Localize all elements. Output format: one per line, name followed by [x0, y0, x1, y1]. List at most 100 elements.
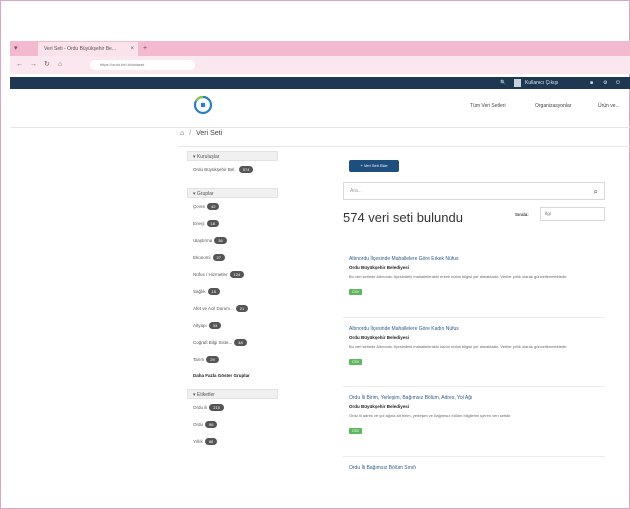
order-label: Sırala:: [515, 212, 529, 217]
facet-item-group[interactable]: Çevre 42: [187, 198, 278, 215]
divider: [343, 386, 605, 387]
browser-tab-bar: ▾ Veri Seti - Ordu Büyükşehir Be... × +: [10, 41, 630, 56]
settings-icon[interactable]: ⚙: [603, 77, 607, 89]
facet-item-label: Nüfus / Hizmetler: [193, 272, 228, 277]
facet-item-group[interactable]: Sağlık 15: [187, 283, 278, 300]
site-header: Tüm Veri Setleri Organizasyonlar Ürün ve…: [10, 89, 630, 128]
facet-item-group[interactable]: Coğrafi Bilgi Siste... 48: [187, 334, 278, 351]
facet-count-badge: 574: [238, 166, 254, 174]
facet-item-group[interactable]: Nüfus / Hizmetler 124: [187, 266, 278, 283]
user-name[interactable]: Kullanıcı Çıkışı: [525, 77, 558, 89]
nav-link-organizations[interactable]: Organizasyonlar: [535, 103, 571, 109]
facet-item-label: Altyapı: [193, 323, 207, 328]
facet-item-tag[interactable]: Ordu 96: [187, 416, 278, 433]
dataset-item: Ordu İli Bağımsız Bölüm Sınıfı: [349, 465, 605, 471]
avatar[interactable]: [514, 79, 521, 87]
breadcrumb-separator: /: [189, 130, 192, 137]
dataset-org: Ordu Büyükşehir Belediyesi: [349, 335, 410, 340]
dataset-org: Ordu Büyükşehir Belediyesi: [349, 404, 410, 409]
browser-tab-title: Veri Seti - Ordu Büyükşehir Be...: [44, 46, 116, 52]
site-top-strip: 🔍 Kullanıcı Çıkışı ■ ⚙ ⏻: [10, 77, 630, 89]
facet-count-badge: 18: [206, 220, 219, 228]
facet-count-badge: 88: [204, 438, 218, 446]
tab-menu-icon[interactable]: ▾: [14, 41, 18, 56]
dataset-title[interactable]: Ordu İli Birim, Yerleşim, Bağımsız Bölüm…: [349, 395, 605, 401]
facet-item-group[interactable]: Ulaştırma 36: [187, 232, 278, 249]
facet-item-group[interactable]: Ekonomi 27: [187, 249, 278, 266]
tab-close-icon[interactable]: ×: [130, 42, 134, 56]
facet-item-tag[interactable]: Ordu ili 210: [187, 399, 278, 416]
facet-item-group[interactable]: Tarım 29: [187, 351, 278, 368]
facet-item-label: Ulaştırma: [193, 238, 213, 243]
facet-header-label: Etiketler: [196, 392, 215, 398]
facet-item-group[interactable]: Altyapı 33: [187, 317, 278, 334]
new-tab-button[interactable]: +: [143, 41, 147, 56]
facet-count-badge: 27: [212, 254, 225, 262]
divider: [178, 146, 630, 147]
facet-item-group[interactable]: Afet ve Acil Durum... 21: [187, 300, 278, 317]
facet-item-label: Coğrafi Bilgi Siste...: [193, 340, 233, 345]
facet-count-badge: 33: [208, 322, 222, 330]
reload-icon[interactable]: ↻: [44, 56, 50, 74]
dashboard-icon[interactable]: ■: [590, 77, 593, 89]
dataset-description: Ordu ili adres ve yol ağına ait birim, y…: [349, 413, 512, 418]
format-badge[interactable]: CSV: [349, 428, 363, 434]
search-icon[interactable]: ⌕: [594, 184, 598, 200]
format-badge[interactable]: CSV: [349, 289, 363, 295]
dataset-title[interactable]: Ordu İli Bağımsız Bölüm Sınıfı: [349, 465, 605, 471]
logout-icon[interactable]: ⏻: [616, 77, 620, 89]
facet-count-badge: 210: [209, 404, 224, 412]
dataset-title[interactable]: Altınordu İlçesinde Mahallelere Göre Erk…: [349, 256, 605, 262]
dataset-title[interactable]: Altınordu İlçesinde Mahallelere Göre Kad…: [349, 326, 605, 332]
site-logo[interactable]: [193, 95, 213, 115]
nav-link-more[interactable]: Ürün ve...: [598, 103, 620, 109]
forward-icon[interactable]: →: [30, 56, 37, 74]
facet-item-label: Sağlık: [193, 289, 206, 294]
nav-link-datasets[interactable]: Tüm Veri Setleri: [470, 103, 506, 109]
facet-count-badge: 21: [235, 305, 249, 313]
facet-count-badge: 29: [206, 356, 219, 364]
facet-count-badge: 15: [207, 288, 220, 296]
browser-address-bar: ← → ↻ ⌂ https://ordu.bel.tr/dataset: [10, 56, 630, 74]
facet-item-organization[interactable]: Ordu Büyükşehir Bel. 574: [187, 161, 278, 178]
format-badge[interactable]: CSV: [349, 359, 363, 365]
breadcrumb: ⌂ / Veri Seti: [180, 130, 222, 137]
result-count: 574 veri seti bulundu: [343, 210, 463, 225]
dataset-item: Altınordu İlçesinde Mahallelere Göre Erk…: [349, 256, 605, 298]
filter-sidebar: ▾ Kuruluşlar Ordu Büyükşehir Bel. 574 ▾ …: [187, 151, 278, 450]
facet-item-label: Enerji: [193, 221, 205, 226]
facet-header-groups: ▾ Gruplar: [187, 188, 278, 198]
facet-header-label: Kuruluşlar: [196, 154, 220, 160]
facet-count-badge: 36: [214, 237, 227, 245]
facet-item-group[interactable]: Enerji 18: [187, 215, 278, 232]
facet-header-organizations: ▾ Kuruluşlar: [187, 151, 278, 161]
home-icon[interactable]: ⌂: [180, 130, 184, 137]
add-dataset-button[interactable]: + Veri Seti Ekle: [349, 160, 399, 172]
facet-item-label: Ordu ili: [193, 405, 208, 410]
show-more-groups-link[interactable]: Daha Fazla Göster Gruplar: [187, 368, 278, 383]
search-icon-top[interactable]: 🔍: [500, 77, 506, 89]
facet-header-label: Gruplar: [196, 191, 214, 197]
dataset-description: Bu veri setinde Altınordu İlçesindeki ma…: [349, 344, 568, 349]
search-input[interactable]: Ara... ⌕: [343, 182, 605, 200]
facet-item-label: Ordu Büyükşehir Bel.: [193, 167, 236, 172]
facet-count-badge: 124: [229, 271, 245, 279]
browser-tab[interactable]: Veri Seti - Ordu Büyükşehir Be... ×: [38, 42, 138, 56]
divider: [343, 456, 605, 457]
back-icon[interactable]: ←: [16, 56, 23, 74]
dataset-org: Ordu Büyükşehir Belediyesi: [349, 265, 410, 270]
facet-item-label: Afet ve Acil Durum...: [193, 306, 234, 311]
dataset-description: Bu veri setinde Altınordu İlçesindeki ma…: [349, 274, 568, 279]
dataset-item: Altınordu İlçesinde Mahallelere Göre Kad…: [349, 326, 605, 368]
url-field[interactable]: https://ordu.bel.tr/dataset: [90, 60, 195, 70]
facet-item-label: Yıllık: [193, 439, 203, 444]
facet-count-badge: 48: [234, 339, 247, 347]
facet-count-badge: 96: [205, 421, 218, 429]
facet-item-label: Ekonomi: [193, 255, 211, 260]
breadcrumb-current[interactable]: Veri Seti: [196, 130, 222, 137]
facet-header-tags: ▾ Etiketler: [187, 389, 278, 399]
home-icon[interactable]: ⌂: [58, 56, 62, 74]
order-select[interactable]: İlgi: [540, 207, 605, 221]
facet-item-tag[interactable]: Yıllık 88: [187, 433, 278, 450]
search-placeholder: Ara...: [350, 188, 362, 194]
